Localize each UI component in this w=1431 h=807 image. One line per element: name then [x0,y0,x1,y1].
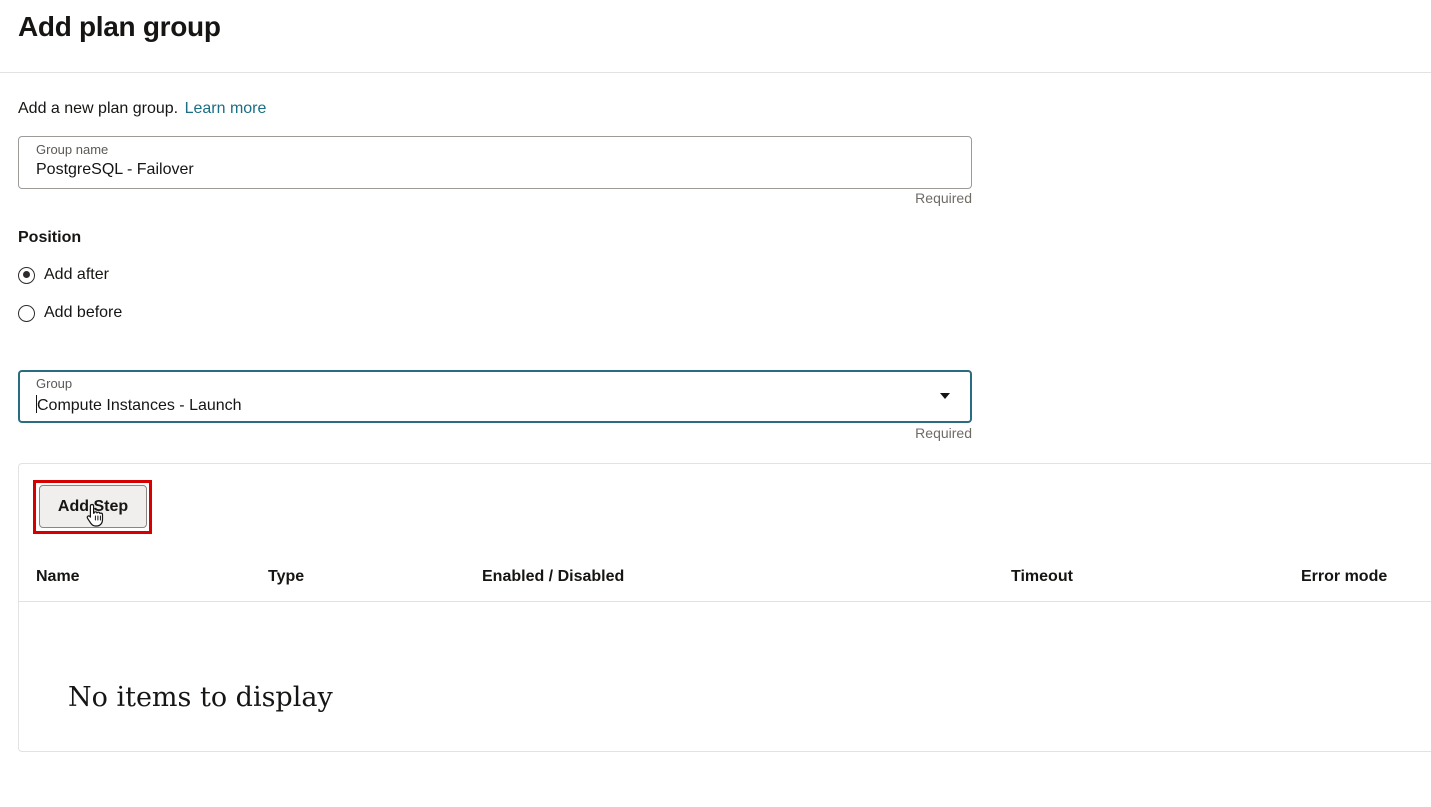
radio-add-after-label: Add after [44,266,109,283]
group-select-value: Compute Instances - Launch [37,397,242,414]
group-name-label: Group name [36,142,109,157]
hand-pointer-icon [86,503,104,527]
group-name-input[interactable]: PostgreSQL - Failover [36,161,194,179]
position-label: Position [18,229,82,246]
group-name-required-hint: Required [915,190,972,206]
radio-button-unchecked[interactable] [18,304,35,322]
page-title: Add plan group [18,11,221,42]
radio-add-after[interactable]: Add after [18,264,109,286]
empty-table-message: No items to display [68,682,333,713]
radio-add-before-label: Add before [44,304,123,321]
learn-more-link[interactable]: Learn more [185,100,267,117]
group-select-value-wrap: Compute Instances - Launch [36,395,242,415]
column-header-type[interactable]: Type [268,568,304,586]
column-header-error-mode[interactable]: Error mode [1301,568,1387,586]
intro-text: Add a new plan group. Learn more [18,100,266,118]
group-select-label: Group [36,376,73,391]
column-header-timeout[interactable]: Timeout [1011,568,1073,586]
group-name-field[interactable]: Group name PostgreSQL - Failover [18,136,972,189]
radio-add-before[interactable]: Add before [18,302,122,324]
radio-button-checked[interactable] [18,266,35,284]
steps-table-header: Name Type Enabled / Disabled Timeout Err… [19,560,1431,602]
caret-down-icon[interactable] [940,393,950,399]
intro-description: Add a new plan group. [18,100,179,117]
column-header-name[interactable]: Name [36,568,80,586]
page-header: Add plan group [0,0,1431,73]
column-header-enabled[interactable]: Enabled / Disabled [482,568,624,586]
group-required-hint: Required [915,425,972,441]
group-select[interactable]: Group Compute Instances - Launch [18,370,972,423]
